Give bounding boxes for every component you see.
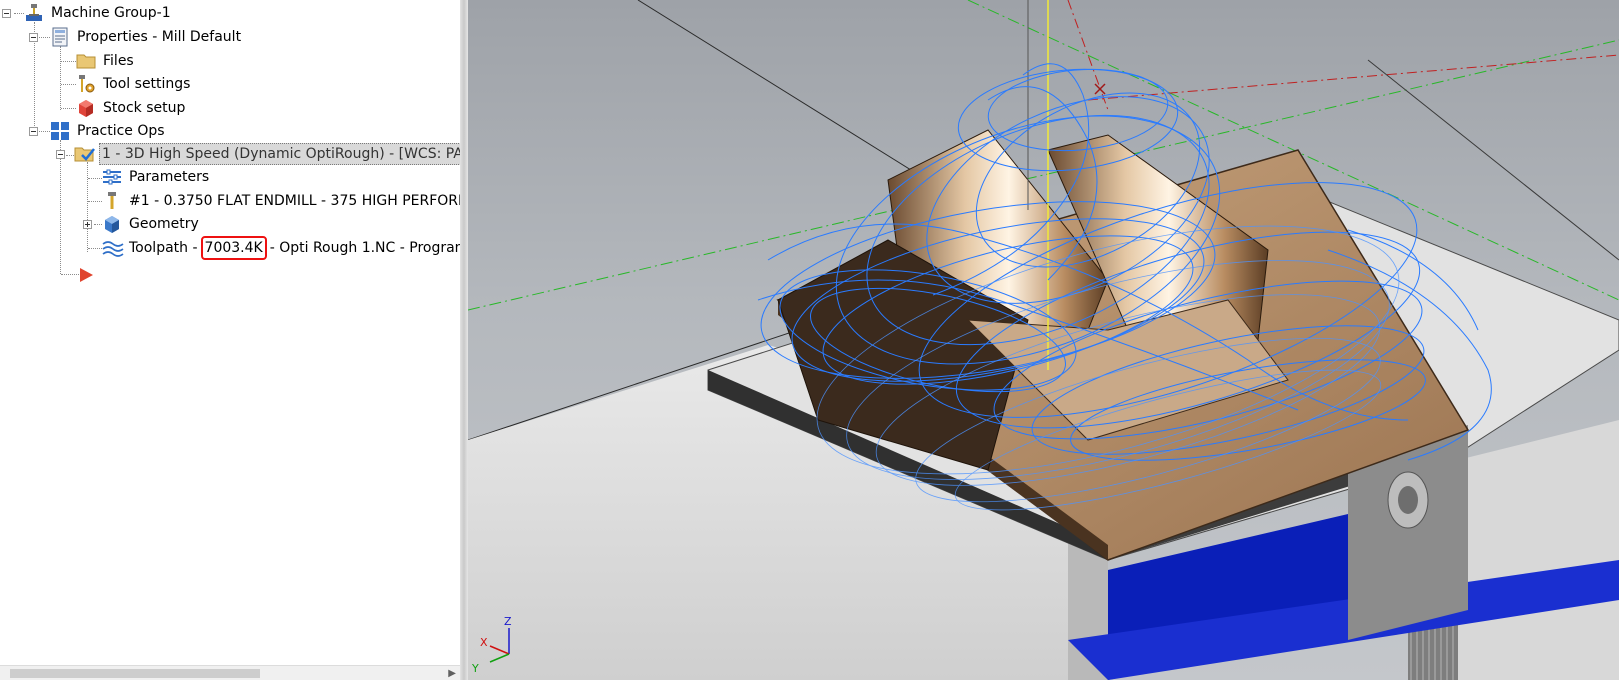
graphics-viewport[interactable]: Z X Y xyxy=(468,0,1619,680)
tool-settings-label: Tool settings xyxy=(103,76,191,92)
stock-icon xyxy=(76,98,96,118)
operation-expander[interactable] xyxy=(56,150,65,159)
parameters-icon xyxy=(102,167,122,187)
properties-icon xyxy=(50,27,70,47)
toolpath-size-highlight: 7003.4K xyxy=(200,236,267,260)
geometry-expander[interactable] xyxy=(83,220,92,229)
tree-item-machine-group[interactable]: Machine Group-1 xyxy=(24,2,173,24)
files-label: Files xyxy=(103,53,134,69)
ops-group-icon xyxy=(50,121,70,141)
toolpath-icon xyxy=(102,238,124,258)
machine-group-expander[interactable] xyxy=(2,9,11,18)
practice-ops-label: Practice Ops xyxy=(77,123,165,139)
tree-item-tool-settings[interactable]: Tool settings xyxy=(76,73,192,95)
geometry-icon xyxy=(102,214,122,234)
tree-horizontal-scrollbar[interactable]: ▶ xyxy=(0,665,460,680)
scrollbar-thumb[interactable] xyxy=(10,669,260,678)
tree-item-parameters[interactable]: Parameters xyxy=(102,166,211,188)
tree-item-toolpath[interactable]: Toolpath - 7003.4K - Opti Rough 1.NC - P… xyxy=(102,236,460,260)
scene-render: Z X Y xyxy=(468,0,1619,680)
axis-z-label: Z xyxy=(504,615,512,628)
tree-item-operation[interactable]: 1 - 3D High Speed (Dynamic OptiRough) - … xyxy=(74,143,460,165)
panel-splitter[interactable] xyxy=(460,0,468,680)
endmill-icon xyxy=(102,191,122,211)
tree-item-geometry[interactable]: Geometry xyxy=(102,213,201,235)
tree-item-stock-setup[interactable]: Stock setup xyxy=(76,97,187,119)
practice-ops-expander[interactable] xyxy=(29,127,38,136)
machine-group-label: Machine Group-1 xyxy=(51,5,171,21)
tool-settings-icon xyxy=(76,74,96,94)
tool-label: #1 - 0.3750 FLAT ENDMILL - 375 HIGH PERF… xyxy=(129,193,460,209)
play-marker-icon xyxy=(78,267,98,287)
scroll-right-icon[interactable]: ▶ xyxy=(448,668,456,679)
tree-item-properties[interactable]: Properties - Mill Default xyxy=(50,26,243,48)
properties-expander[interactable] xyxy=(29,33,38,42)
properties-label: Properties - Mill Default xyxy=(77,29,242,45)
folder-icon xyxy=(76,51,96,71)
tree-item-practice-ops[interactable]: Practice Ops xyxy=(50,120,167,142)
tree-item-insert-marker[interactable] xyxy=(78,266,103,288)
machine-icon xyxy=(24,3,44,23)
operation-folder-icon xyxy=(74,144,95,164)
parameters-label: Parameters xyxy=(129,169,210,185)
toolpath-label-prefix: Toolpath - xyxy=(129,240,198,256)
geometry-label: Geometry xyxy=(129,216,199,232)
stock-setup-label: Stock setup xyxy=(103,100,186,116)
operations-tree[interactable]: Machine Group-1 Properties - Mill Defaul… xyxy=(0,0,460,680)
operation-label: 1 - 3D High Speed (Dynamic OptiRough) - … xyxy=(99,143,460,165)
axis-x-label: X xyxy=(480,636,488,649)
tree-item-files[interactable]: Files xyxy=(76,50,136,72)
axis-y-label: Y xyxy=(471,662,479,675)
toolpath-label-suffix: - Opti Rough 1.NC - Program n xyxy=(269,240,460,256)
tree-item-tool[interactable]: #1 - 0.3750 FLAT ENDMILL - 375 HIGH PERF… xyxy=(102,190,460,212)
